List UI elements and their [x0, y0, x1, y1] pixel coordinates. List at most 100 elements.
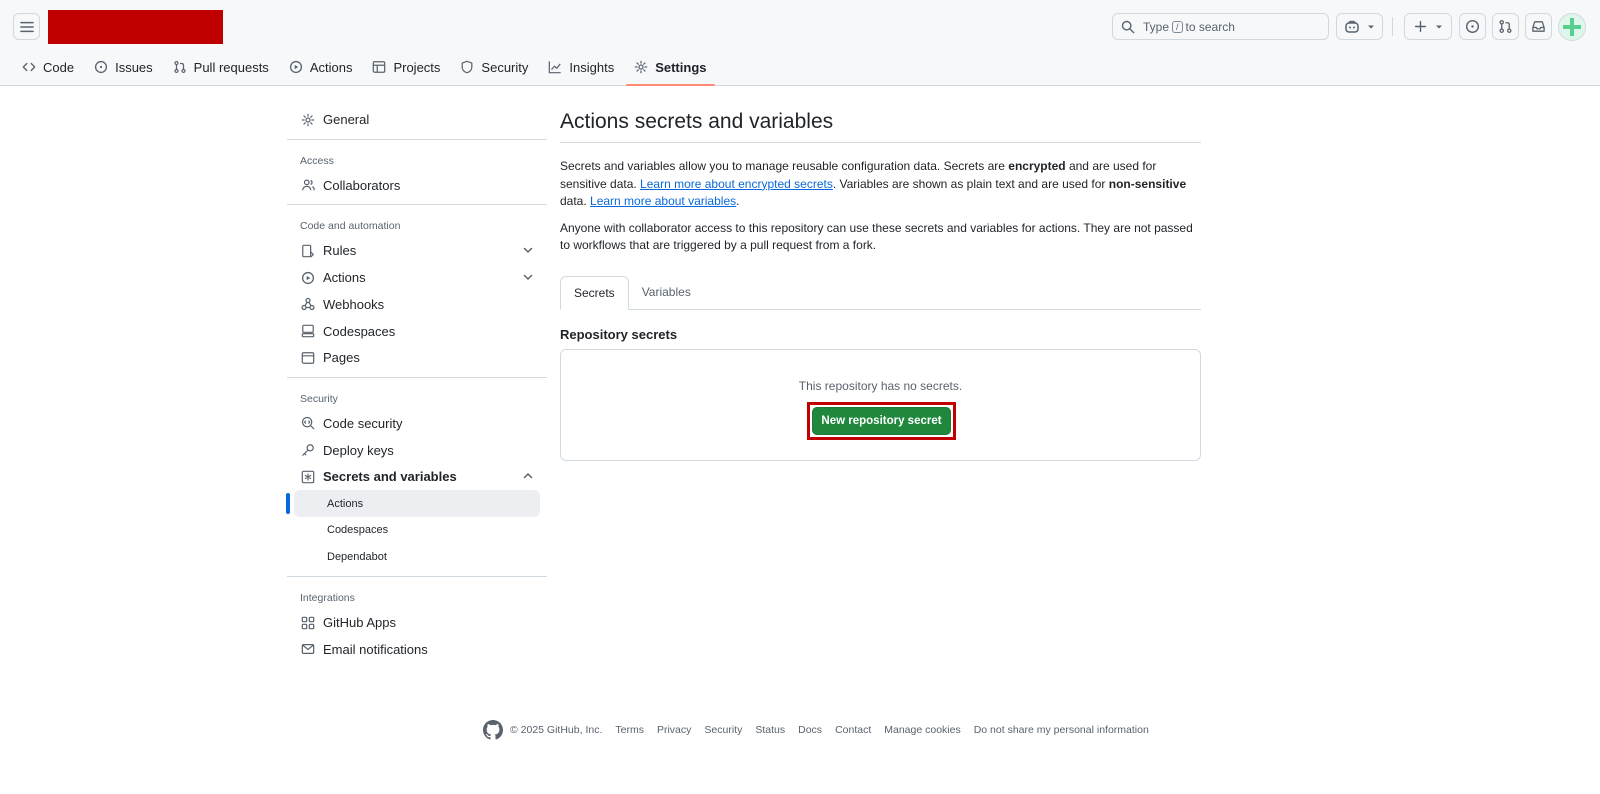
- chevron-down-icon: [523, 248, 533, 254]
- tab-issues[interactable]: Issues: [86, 52, 161, 82]
- copilot-button[interactable]: [1336, 13, 1383, 40]
- sidebar-item-label: Webhooks: [323, 296, 385, 312]
- sidebar-subitem-codespaces[interactable]: Codespaces: [294, 517, 540, 544]
- inbox-button[interactable]: [1525, 13, 1552, 40]
- play-icon: [300, 271, 316, 285]
- sidebar-subitem-label: Actions: [327, 497, 364, 510]
- sidebar-item-label: General: [323, 112, 370, 127]
- sidebar-heading-access: Access: [300, 154, 334, 167]
- description-paragraph: Secrets and variables allow you to manag…: [560, 158, 1201, 211]
- chevron-down-icon: [1368, 25, 1374, 28]
- sidebar-item-webhooks[interactable]: Webhooks: [287, 291, 547, 318]
- tab-actions-label: Actions: [309, 59, 353, 75]
- copilot-icon: [1345, 20, 1359, 33]
- footer-link-contact[interactable]: Contact: [835, 724, 871, 736]
- avatar[interactable]: [1558, 13, 1586, 41]
- repo-push-icon: [300, 244, 316, 258]
- sidebar-subitem-actions[interactable]: Actions: [286, 490, 540, 518]
- menu-button[interactable]: [13, 13, 40, 40]
- sidebar-item-label: Pages: [323, 350, 360, 366]
- sidebar-item-deploy-keys[interactable]: Deploy keys: [287, 437, 547, 464]
- key-icon: [300, 443, 316, 457]
- sidebar-item-actions[interactable]: Actions: [287, 264, 547, 291]
- github-logo-icon[interactable]: [483, 720, 503, 740]
- footer-link-manage-cookies[interactable]: Manage cookies: [884, 724, 960, 736]
- create-new-button[interactable]: [1404, 13, 1452, 40]
- search-input[interactable]: Type / to search: [1112, 13, 1329, 40]
- tab-projects[interactable]: Projects: [364, 52, 448, 82]
- footer-link-docs[interactable]: Docs: [798, 724, 822, 736]
- header-divider: [1392, 17, 1393, 36]
- sidebar-heading-integrations: Integrations: [300, 592, 355, 605]
- tab-actions[interactable]: Actions: [281, 52, 361, 82]
- sidebar-item-pages[interactable]: Pages: [287, 344, 547, 371]
- sidebar-divider: [287, 138, 547, 140]
- tab-security[interactable]: Security: [452, 52, 536, 82]
- apps-icon: [300, 616, 316, 630]
- description-text: .: [736, 194, 740, 208]
- sidebar-item-codespaces[interactable]: Codespaces: [287, 318, 547, 345]
- avatar-identicon-icon: [1563, 18, 1581, 36]
- sidebar-item-rules[interactable]: Rules: [287, 237, 547, 264]
- browser-icon: [300, 351, 316, 365]
- sidebar-heading-security: Security: [300, 392, 338, 405]
- sidebar-item-github-apps[interactable]: GitHub Apps: [287, 609, 547, 636]
- issue-opened-icon: [94, 60, 108, 74]
- play-icon: [289, 60, 302, 74]
- sidebar-subitem-label: Dependabot: [327, 550, 387, 563]
- sidebar-subitem-dependabot[interactable]: Dependabot: [294, 543, 540, 570]
- sidebar-item-label: Actions: [323, 270, 366, 286]
- sidebar-item-secrets-variables[interactable]: Secrets and variables: [287, 463, 547, 490]
- chevron-down-icon: [1435, 25, 1442, 28]
- footer-link-status[interactable]: Status: [755, 724, 785, 736]
- tab-code[interactable]: Code: [14, 52, 82, 82]
- sidebar-item-general[interactable]: General: [287, 106, 547, 133]
- new-repository-secret-button[interactable]: New repository secret: [812, 406, 951, 435]
- gear-icon: [634, 60, 648, 74]
- collaborator-note: Anyone with collaborator access to this …: [560, 220, 1193, 253]
- global-header: Type / to search Code Issues Pull reques…: [0, 0, 1600, 86]
- chevron-down-icon: [523, 274, 533, 281]
- sidebar-divider: [287, 204, 547, 206]
- graph-icon: [549, 61, 562, 74]
- mail-icon: [300, 642, 316, 656]
- sidebar-item-collaborators[interactable]: Collaborators: [287, 172, 547, 199]
- hamburger-icon: [19, 21, 34, 32]
- search-placeholder-post: to search: [1185, 19, 1235, 34]
- tab-settings[interactable]: Settings: [626, 52, 715, 86]
- empty-message: This repository has no secrets.: [798, 378, 963, 393]
- sidebar-item-code-security[interactable]: Code security: [287, 410, 547, 437]
- sidebar-divider: [287, 576, 547, 578]
- learn-more-variables-link[interactable]: Learn more about variables: [590, 194, 736, 208]
- code-icon: [22, 62, 36, 72]
- redacted-repo-name: [48, 10, 223, 44]
- asterisk-icon: [300, 470, 316, 484]
- sidebar-heading-code-automation: Code and automation: [300, 220, 401, 233]
- codescan-icon: [300, 416, 316, 430]
- tab-variables[interactable]: Variables: [629, 276, 704, 309]
- description-text: data.: [560, 194, 591, 208]
- footer-link-terms[interactable]: Terms: [615, 724, 644, 736]
- tab-insights[interactable]: Insights: [540, 52, 622, 82]
- main-content: Actions secrets and variables Secrets an…: [560, 106, 1201, 461]
- sidebar-item-label: Deploy keys: [323, 442, 394, 458]
- tab-code-label: Code: [43, 59, 75, 75]
- search-icon: [1121, 20, 1135, 33]
- table-icon: [373, 61, 386, 73]
- tab-secrets[interactable]: Secrets: [560, 275, 629, 310]
- pull-requests-button[interactable]: [1492, 13, 1519, 40]
- codespaces-icon: [300, 324, 316, 338]
- sidebar-item-email-notifications[interactable]: Email notifications: [287, 636, 547, 663]
- tab-insights-label: Insights: [569, 59, 615, 75]
- repo-nav-tabs: Code Issues Pull requests Actions Projec…: [14, 52, 719, 86]
- gear-icon: [300, 113, 316, 127]
- footer-link-privacy[interactable]: Privacy: [657, 724, 691, 736]
- issues-button[interactable]: [1459, 13, 1486, 40]
- footer-link-do-not-share[interactable]: Do not share my personal information: [974, 724, 1149, 736]
- footer-link-security[interactable]: Security: [704, 724, 742, 736]
- learn-more-secrets-link[interactable]: Learn more about encrypted secrets: [640, 177, 833, 191]
- sidebar-item-label: GitHub Apps: [323, 615, 396, 631]
- sidebar-item-label: Codespaces: [323, 323, 396, 339]
- tab-pull-requests[interactable]: Pull requests: [165, 52, 277, 82]
- page-title: Actions secrets and variables: [560, 106, 1201, 143]
